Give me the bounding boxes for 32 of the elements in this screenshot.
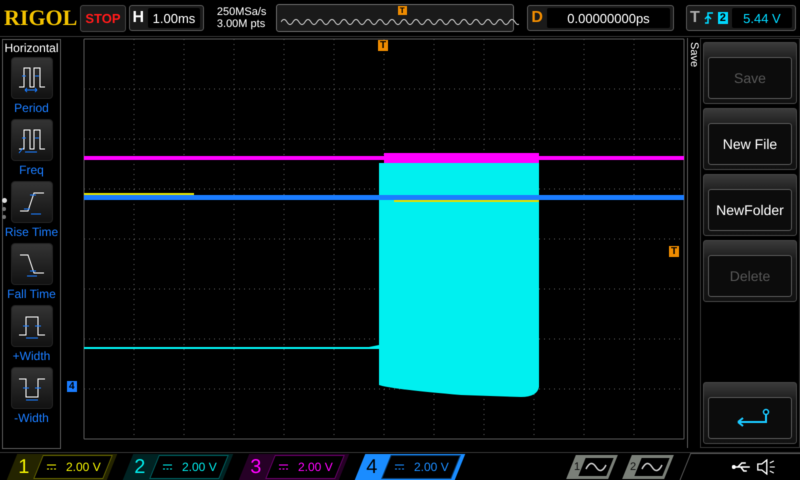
- trigger-position-marker: T: [378, 40, 388, 51]
- dc-coupling-icon: [279, 464, 288, 470]
- sine-wave-icon: [641, 460, 664, 472]
- speaker-muted-icon: [756, 459, 776, 475]
- trigger-marker: T: [398, 6, 407, 15]
- rising-edge-icon: [704, 11, 714, 25]
- trigger-level-marker: T: [669, 246, 680, 257]
- generator-tab[interactable]: 2: [622, 454, 674, 478]
- sine-wave-icon: [585, 460, 608, 472]
- delay-display: D 0.00000000ps: [527, 5, 674, 31]
- dc-coupling-icon: [395, 464, 404, 470]
- softkey-button[interactable]: NewFolder: [703, 174, 797, 236]
- brand-logo: RIGOL: [4, 5, 78, 31]
- dc-coupling-icon: [47, 464, 56, 470]
- menu-title: Save: [688, 42, 700, 70]
- channel-marker: 4: [67, 381, 77, 392]
- usb-icon: [732, 461, 752, 473]
- horizontal-scale: H 1.00ms: [128, 5, 204, 31]
- back-button[interactable]: [703, 382, 797, 444]
- trigger-display: T 2 5.44 V: [686, 5, 796, 31]
- channel-tab[interactable]: 1 2.00 V: [6, 454, 118, 480]
- trigger-source: 2: [718, 12, 728, 24]
- memory-depth: 3.00M pts: [216, 18, 266, 30]
- channel-tab[interactable]: 2 2.00 V: [122, 454, 234, 480]
- dc-coupling-icon: [163, 464, 172, 470]
- channel-tab[interactable]: 4 2.00 V: [354, 454, 466, 480]
- channel-tab[interactable]: 3 2.00 V: [238, 454, 350, 480]
- sample-rate: 250MSa/s: [216, 6, 268, 18]
- run-stop-status[interactable]: STOP: [80, 4, 126, 32]
- menu-title: Horizontal: [4, 41, 59, 55]
- softkey-button[interactable]: New File: [703, 108, 797, 170]
- generator-tab[interactable]: 1: [566, 454, 618, 478]
